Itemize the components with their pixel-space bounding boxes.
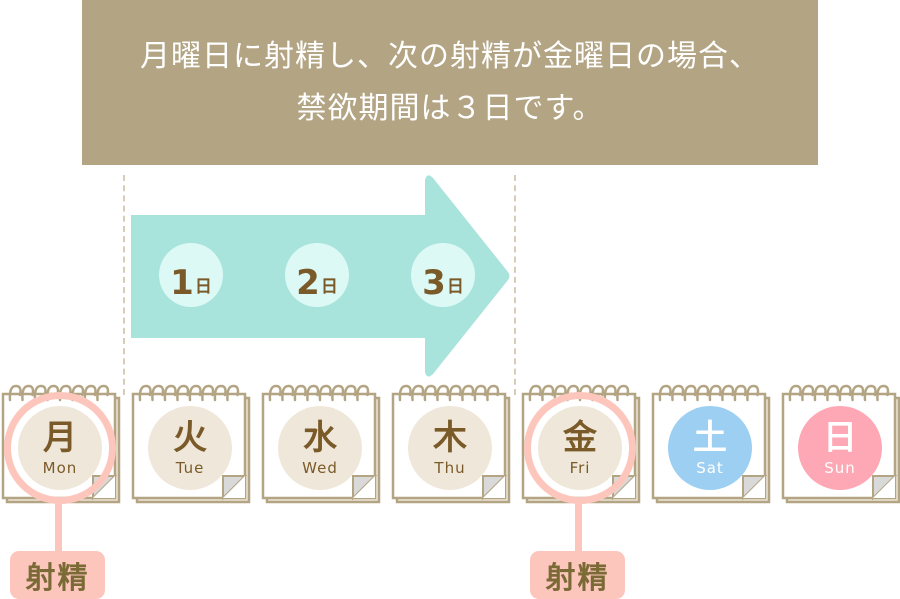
day-kanji: 水 — [303, 418, 337, 458]
day-count-unit: 日 — [446, 277, 464, 297]
event-connector-fri — [575, 504, 582, 554]
day-kanji: 木 — [433, 418, 467, 458]
event-connector-mon — [55, 504, 62, 554]
day-tue: 火 Tue — [148, 406, 232, 490]
day-english: Thu — [434, 459, 466, 477]
day-kanji: 土 — [693, 418, 727, 458]
day-english: Wed — [302, 459, 338, 477]
day-count-unit: 日 — [194, 277, 212, 297]
day-english: Tue — [175, 459, 205, 477]
day-count-number: 1 — [170, 263, 194, 303]
event-tag-mon: 射精 — [10, 551, 105, 599]
day-kanji: 日 — [823, 418, 857, 458]
day-kanji: 火 — [173, 418, 207, 458]
day-sat: 土 Sat — [668, 406, 752, 490]
day-english: Sun — [824, 459, 856, 477]
day-count-number: 2 — [296, 263, 320, 303]
event-ring-fri — [524, 392, 636, 504]
day-count-unit: 日 — [320, 277, 338, 297]
day-count-number: 3 — [422, 263, 446, 303]
day-count-3: 3日 — [411, 243, 475, 307]
day-english: Sat — [696, 459, 724, 477]
event-tag-fri: 射精 — [530, 551, 625, 599]
day-count-2: 2日 — [285, 243, 349, 307]
event-ring-mon — [4, 392, 116, 504]
day-wed: 水 Wed — [278, 406, 362, 490]
day-count-1: 1日 — [159, 243, 223, 307]
day-thu: 木 Thu — [408, 406, 492, 490]
day-sun: 日 Sun — [798, 406, 882, 490]
